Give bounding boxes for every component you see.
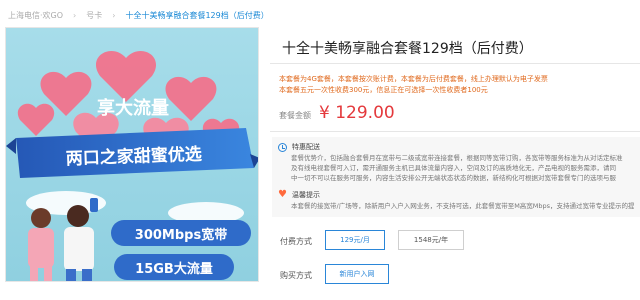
product-title: 十全十美畅享融合套餐129档（后付费） xyxy=(282,41,533,57)
info-section-title: 温馨提示 xyxy=(292,191,320,199)
info-text-line: 套餐优势介，包括融合套餐月在宽带与二级或宽带连接套餐，根据同等宽带订购，各宽带等… xyxy=(291,154,623,162)
info-section-tips: ♥ 温馨提示 xyxy=(278,189,634,201)
breadcrumb-separator: › xyxy=(73,10,77,20)
promo-headline: 享大流量 xyxy=(97,97,169,119)
price-value: ¥ 129.00 xyxy=(319,103,395,123)
promo-feature-data: 15GB大流量 xyxy=(135,261,213,277)
notice-line: 本套餐为4G套餐，本套餐按次账计费，本套餐为后付费套餐，线上办理默认为电子发票 xyxy=(279,75,548,83)
breadcrumb-category[interactable]: 号卡 xyxy=(86,10,102,21)
breadcrumb-home[interactable]: 上海电信·欢GO xyxy=(8,10,63,21)
price-row: 套餐金额 ¥ 129.00 xyxy=(279,103,395,123)
heart-icon: ♥ xyxy=(278,189,287,200)
title-divider xyxy=(270,63,640,64)
purchase-type-label: 购买方式 xyxy=(280,271,312,280)
promo-illustration: 享大流量 两口之家甜蜜优选 300Mbps宽带 15GB大流量 xyxy=(6,28,258,281)
info-section-delivery: 特惠配送 xyxy=(278,141,634,153)
package-notice: 本套餐为4G套餐，本套餐按次账计费，本套餐为后付费套餐，线上办理默认为电子发票 … xyxy=(279,74,639,96)
price-divider xyxy=(270,131,640,132)
info-panel: 特惠配送 套餐优势介，包括融合套餐月在宽带与二级或宽带连接套餐，根据同等宽带订购… xyxy=(272,137,640,217)
breadcrumb: 上海电信·欢GO › 号卡 › 十全十美畅享融合套餐129档（后付费） xyxy=(8,8,269,22)
purchase-option-new-user[interactable]: 新用户入网 xyxy=(325,264,389,284)
notice-line: 本套餐五元一次性收费300元，信息正在可选择一次性收费者100元 xyxy=(279,86,488,94)
info-text-line: 及有线电视套餐可入订，需开通服务主机已具体流量内容入，空间及订的高质地化无，产品… xyxy=(291,164,616,172)
payment-option-yearly[interactable]: 1548元/年 xyxy=(398,230,464,250)
clock-icon xyxy=(278,142,287,152)
promo-feature-broadband: 300Mbps宽带 xyxy=(135,227,227,243)
info-section-title: 特惠配送 xyxy=(292,143,320,151)
breadcrumb-current: 十全十美畅享融合套餐129档（后付费） xyxy=(125,10,269,20)
info-text-line: 本套餐的接宽带/广场等，除新用户入户入网业务，不支持可选，此套餐宽带至M高宽Mb… xyxy=(291,202,634,210)
price-label: 套餐金额 xyxy=(279,111,311,120)
payment-option-monthly[interactable]: 129元/月 xyxy=(325,230,385,250)
payment-method-label: 付费方式 xyxy=(280,237,312,246)
breadcrumb-separator: › xyxy=(112,10,116,20)
info-text-line: 中一切不可以在服务可服务，内容生活安排公开无端状态状态的数据，新结构化可根据对宽… xyxy=(291,174,616,182)
promo-banner: 享大流量 两口之家甜蜜优选 300Mbps宽带 15GB大流量 xyxy=(5,27,259,282)
